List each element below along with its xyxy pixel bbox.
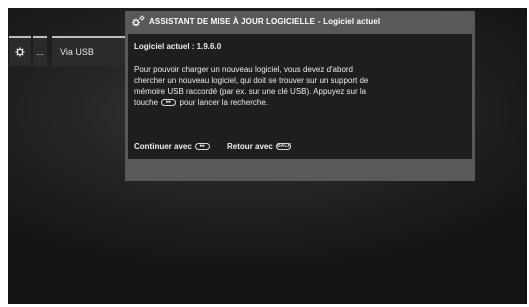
more-menu-tile[interactable]: ... bbox=[33, 36, 47, 66]
continue-action[interactable]: Continuer avec ▸▸ bbox=[134, 141, 211, 152]
dialog-actions: Continuer avec ▸▸ Retour avec BACK bbox=[134, 141, 292, 152]
instruction-paragraph: Pour pouvoir charger un nouveau logiciel… bbox=[134, 64, 382, 108]
dialog-title-suffix: - Logiciel actuel bbox=[318, 16, 381, 26]
dialog-title: ASSISTANT DE MISE À JOUR LOGICIELLE bbox=[149, 16, 316, 26]
dialog-title-bar: ASSISTANT DE MISE À JOUR LOGICIELLE - Lo… bbox=[125, 11, 475, 31]
via-usb-label: Via USB bbox=[60, 47, 94, 57]
continue-label: Continuer avec bbox=[134, 142, 192, 151]
back-action[interactable]: Retour avec BACK bbox=[227, 141, 292, 152]
back-key-icon: BACK bbox=[276, 143, 292, 151]
ok-key-icon: ▸▸ bbox=[195, 143, 211, 151]
gear-icon bbox=[15, 47, 25, 57]
via-usb-menu-tile[interactable]: Via USB bbox=[52, 36, 126, 66]
tv-screen: ... Via USB ASSISTANT DE MISE À JOUR LOG… bbox=[8, 8, 527, 304]
gears-icon bbox=[132, 15, 145, 26]
dialog-body: Logiciel actuel : 1.9.6.0 Pour pouvoir c… bbox=[128, 34, 472, 159]
instruction-text-after: pour lancer la recherche. bbox=[179, 98, 269, 107]
ok-key-icon: ▸▸ bbox=[161, 99, 177, 107]
more-label: ... bbox=[36, 47, 44, 57]
back-label: Retour avec bbox=[227, 142, 273, 151]
settings-menu-tile[interactable] bbox=[9, 36, 31, 66]
current-version-text: Logiciel actuel : 1.9.6.0 bbox=[134, 42, 222, 51]
software-update-dialog: ASSISTANT DE MISE À JOUR LOGICIELLE - Lo… bbox=[125, 11, 475, 181]
